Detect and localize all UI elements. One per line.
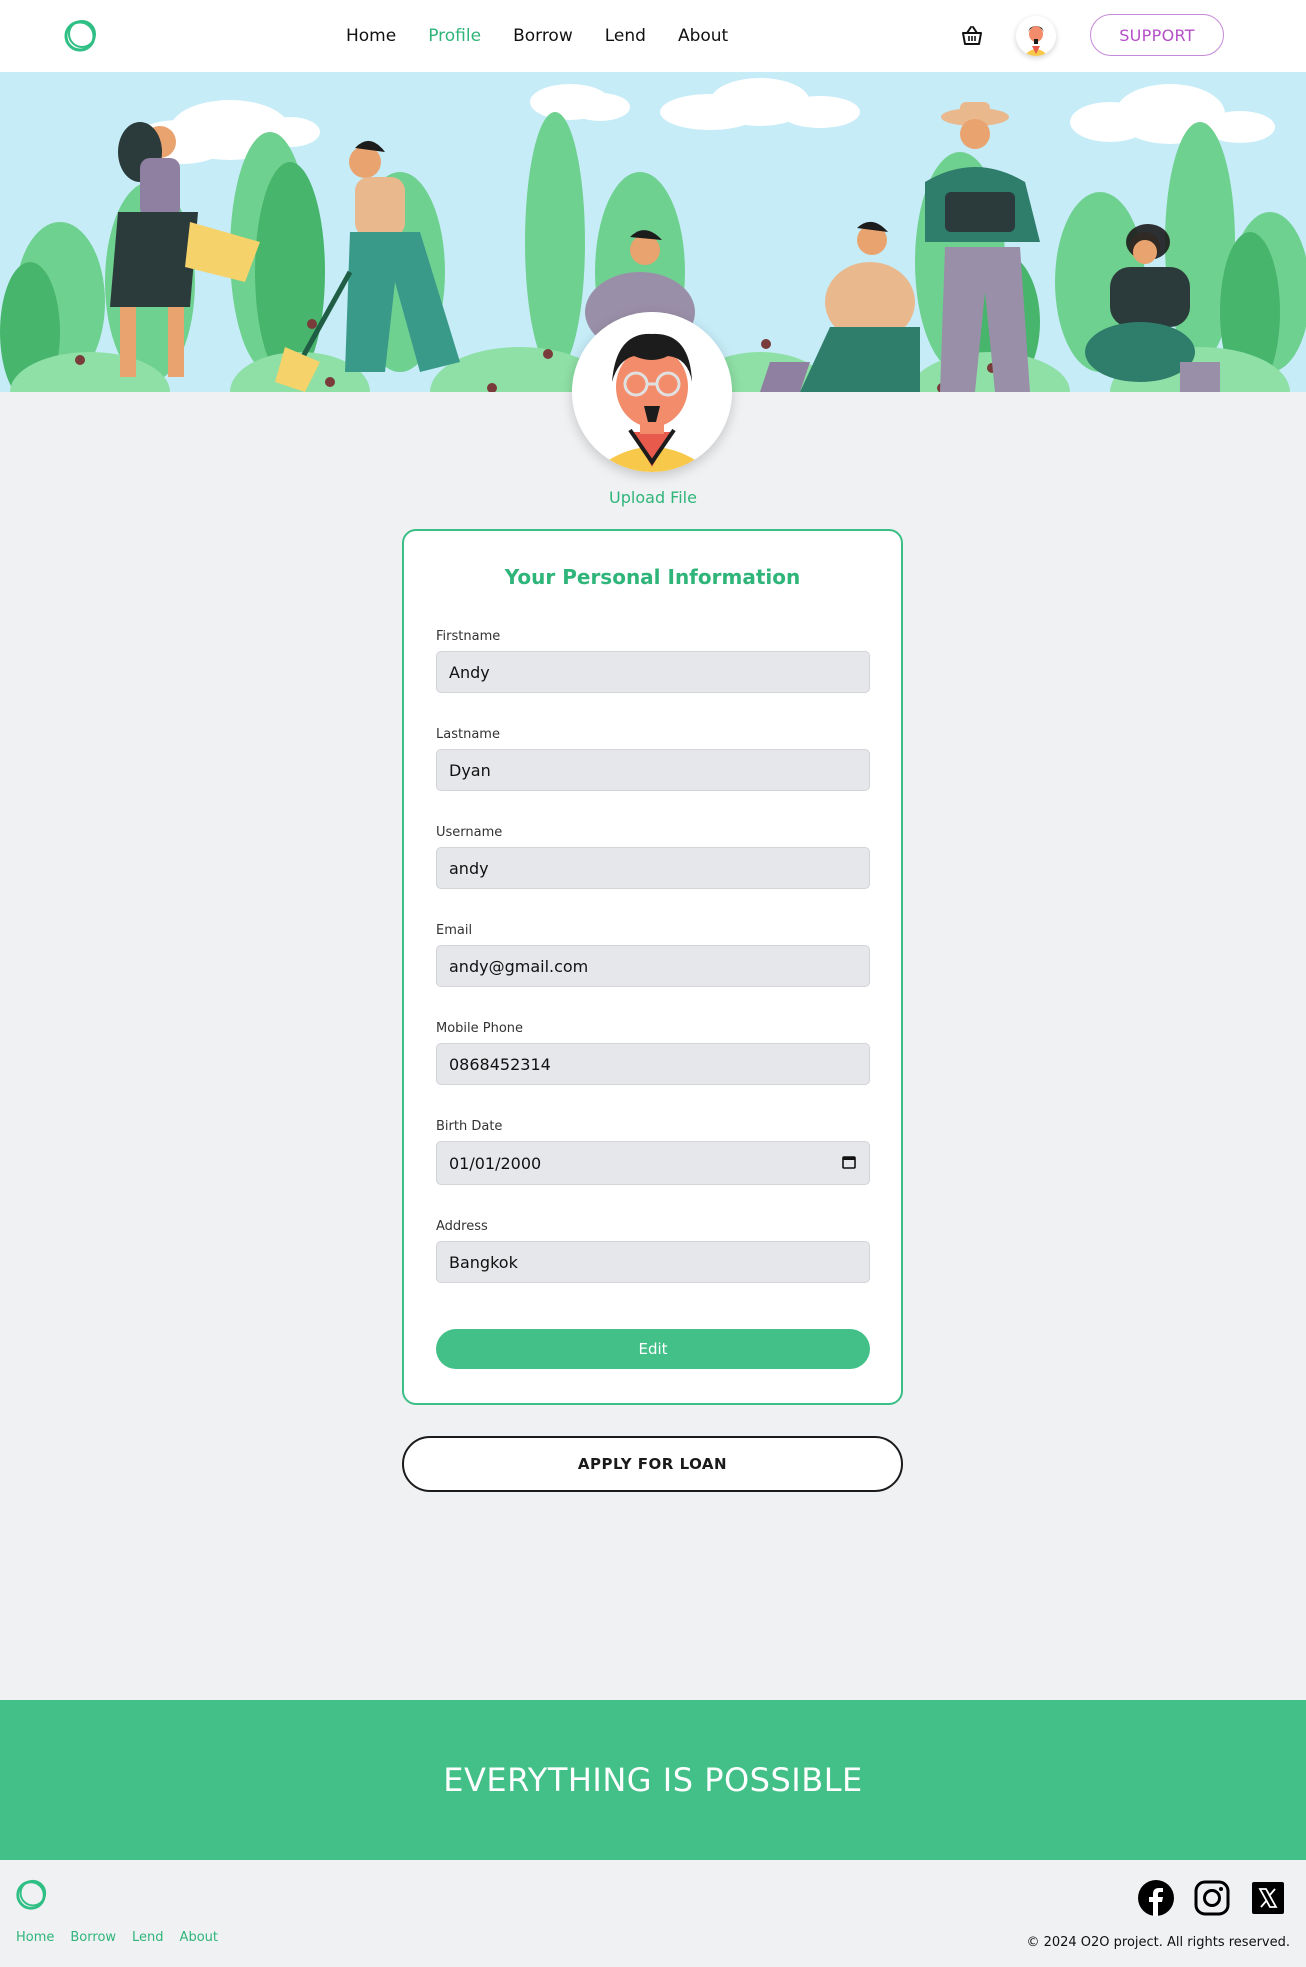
user-avatar-icon [572,312,732,472]
slogan-banner: EVERYTHING IS POSSIBLE [0,1700,1306,1860]
personal-info-card: Your Personal Information Firstname Andy… [402,529,903,1405]
mobile-phone-label: Mobile Phone [436,1021,524,1036]
support-button[interactable]: SUPPORT [1090,14,1224,56]
apply-for-loan-button[interactable]: APPLY FOR LOAN [402,1436,903,1492]
nav-link-borrow[interactable]: Borrow [513,26,573,46]
nav-link-about[interactable]: About [678,26,728,46]
birth-date-value: 01/01/2000 [449,1153,542,1173]
footer-link-about[interactable]: About [180,1930,218,1945]
ring-logo-icon[interactable] [14,1878,48,1912]
birth-date-field[interactable]: 01/01/2000 [436,1141,870,1185]
top-navbar: Home Profile Borrow Lend About SUPPORT [0,0,1306,72]
ring-logo-icon[interactable] [62,18,98,54]
nav-link-profile[interactable]: Profile [428,26,481,46]
footer-link-lend[interactable]: Lend [132,1930,164,1945]
main-nav: Home Profile Borrow Lend About [346,0,728,72]
edit-button[interactable]: Edit [436,1329,870,1369]
email-field[interactable]: andy@gmail.com [436,945,870,987]
footer-nav: Home Borrow Lend About [16,1930,218,1945]
facebook-icon[interactable] [1138,1880,1174,1916]
page-footer: Home Borrow Lend About © 2024 O2O projec… [0,1860,1306,1967]
banner-slogan: EVERYTHING IS POSSIBLE [443,1761,863,1799]
birth-date-label: Birth Date [436,1119,503,1134]
calendar-icon[interactable] [841,1154,857,1170]
firstname-label: Firstname [436,629,501,644]
address-label: Address [436,1219,488,1234]
user-avatar-icon [1024,26,1048,56]
lastname-label: Lastname [436,727,500,742]
upload-file-link[interactable]: Upload File [553,488,753,507]
address-field[interactable]: Bangkok [436,1241,870,1283]
basket-icon[interactable] [958,22,986,50]
email-label: Email [436,923,473,938]
username-field[interactable]: andy [436,847,870,889]
username-label: Username [436,825,503,840]
firstname-field[interactable]: Andy [436,651,870,693]
footer-link-home[interactable]: Home [16,1930,54,1945]
copyright-text: © 2024 O2O project. All rights reserved. [1026,1935,1290,1950]
nav-link-lend[interactable]: Lend [605,26,646,46]
nav-avatar[interactable] [1016,16,1056,56]
mobile-phone-field[interactable]: 0868452314 [436,1043,870,1085]
lastname-field[interactable]: Dyan [436,749,870,791]
card-title: Your Personal Information [504,565,801,589]
nav-link-home[interactable]: Home [346,26,396,46]
profile-avatar[interactable] [572,312,732,472]
x-icon[interactable] [1252,1882,1284,1914]
instagram-icon[interactable] [1194,1880,1230,1916]
footer-link-borrow[interactable]: Borrow [70,1930,116,1945]
